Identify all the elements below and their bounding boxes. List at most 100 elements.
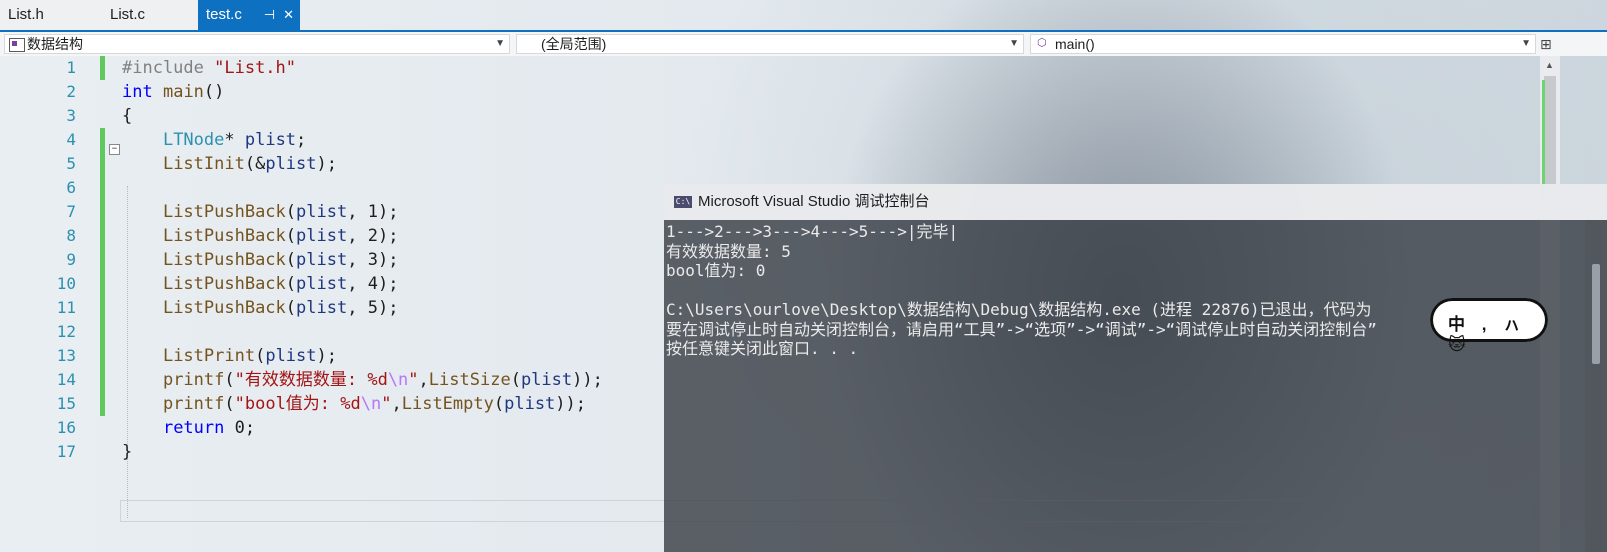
code-line[interactable]: return 0; [122, 416, 255, 440]
code-token: "有效数据数量: %d [234, 370, 388, 390]
line-number: 16 [56, 418, 76, 437]
line-number: 15 [56, 394, 76, 413]
code-line[interactable]: ListPushBack(plist, 5); [122, 296, 398, 320]
console-scrollbar-thumb[interactable] [1592, 264, 1600, 364]
code-token: ( [285, 250, 297, 270]
modified-line-marker [100, 344, 105, 368]
console-scrollbar[interactable] [1585, 220, 1607, 552]
code-line[interactable]: { [122, 104, 132, 128]
code-token: ); [316, 346, 337, 366]
navigation-bar: 数据结构 ▼ (全局范围) ▼ ⬡ main() ▼ ⊞ [0, 32, 1607, 56]
code-token: 3 [367, 250, 378, 270]
modified-line-marker [100, 320, 105, 344]
code-token: main [162, 82, 204, 102]
code-token: plist [296, 250, 348, 270]
code-token: ); [377, 250, 399, 270]
scope-dropdown-value: (全局范围) [541, 36, 607, 52]
code-line[interactable]: int main() [122, 80, 224, 104]
code-token: 4 [367, 274, 378, 294]
code-line[interactable]: printf("bool值为: %d\n",ListEmpty(plist)); [122, 392, 586, 416]
code-token: 0 [234, 418, 245, 438]
code-token: "bool值为: %d [234, 394, 361, 414]
tab-list-c[interactable]: List.c [102, 0, 198, 30]
tab-test-c[interactable]: test.c ⊣ ✕ [198, 0, 300, 30]
code-token: plist [296, 202, 348, 222]
console-line: 有效数据数量: 5 [666, 241, 791, 261]
member-dropdown[interactable]: ⬡ main() ▼ [1030, 34, 1536, 54]
code-token: )); [572, 370, 603, 390]
code-token: ListSize [428, 370, 511, 390]
chevron-down-icon: ▼ [1521, 38, 1531, 49]
code-token: ( [285, 274, 297, 294]
project-dropdown[interactable]: 数据结构 ▼ [4, 34, 510, 54]
scroll-up-icon[interactable]: ▲ [1545, 60, 1554, 70]
tab-label: List.c [110, 6, 146, 23]
input-method-badge[interactable]: 中 , ㇵ 🐱 [1430, 298, 1548, 354]
code-line[interactable]: ListPushBack(plist, 2); [122, 224, 398, 248]
split-editor-icon[interactable]: ⊞ [1540, 36, 1552, 53]
modified-line-marker [100, 272, 105, 296]
code-line[interactable]: #include "List.h" [122, 56, 296, 80]
fold-toggle-icon[interactable]: − [109, 144, 120, 155]
code-token: ); [316, 154, 337, 174]
code-line[interactable]: ListPrint(plist); [122, 344, 337, 368]
code-line[interactable]: } [122, 440, 132, 464]
console-line: 按任意键关闭此窗口. . . [666, 339, 859, 358]
code-token: ListEmpty [401, 394, 494, 414]
code-token: ListInit [162, 154, 245, 174]
code-token: printf [162, 394, 225, 414]
code-token: \n [387, 370, 409, 390]
tab-list-h[interactable]: List.h [0, 0, 102, 30]
console-titlebar[interactable]: C:\ Microsoft Visual Studio 调试控制台 [664, 184, 1607, 220]
code-line[interactable]: ListPushBack(plist, 1); [122, 200, 398, 224]
modified-line-marker [100, 128, 105, 152]
code-token: (& [244, 154, 266, 174]
code-token: LTNode [162, 130, 225, 150]
debug-console-window[interactable]: C:\ Microsoft Visual Studio 调试控制台 1--->2… [664, 184, 1607, 552]
code-token: plist [520, 370, 573, 390]
code-token: "List.h" [214, 58, 297, 78]
code-token: , [347, 202, 368, 222]
code-token: plist [244, 130, 297, 150]
code-token: " [381, 394, 392, 414]
console-line: 要在调试停止时自动关闭控制台，请启用“工具”->“选项”->“调试”->“调试停… [666, 319, 1377, 339]
code-line[interactable]: ListInit(&plist); [122, 152, 337, 176]
code-token: ListPushBack [162, 274, 286, 294]
code-token: plist [265, 346, 317, 366]
line-number: 14 [56, 370, 76, 389]
code-token: ( [285, 202, 297, 222]
code-token: plist [296, 298, 348, 318]
console-line: bool值为: 0 [666, 261, 766, 280]
modified-line-marker [100, 176, 105, 200]
console-title: Microsoft Visual Studio 调试控制台 [698, 193, 930, 210]
close-icon[interactable]: ✕ [283, 0, 294, 30]
scope-dropdown[interactable]: (全局范围) ▼ [516, 34, 1024, 54]
line-number: 2 [66, 82, 76, 101]
code-token: , [347, 298, 368, 318]
modified-line-marker [100, 368, 105, 392]
code-token: ( [285, 226, 297, 246]
code-line[interactable]: ListPushBack(plist, 3); [122, 248, 398, 272]
code-token: { [122, 106, 133, 126]
code-token: ( [493, 394, 505, 414]
line-number: 4 [66, 130, 76, 149]
member-cube-icon: ⬡ [1037, 37, 1047, 49]
code-token: () [203, 82, 225, 102]
pin-icon[interactable]: ⊣ [264, 0, 275, 30]
code-line[interactable]: printf("有效数据数量: %d\n",ListSize(plist)); [122, 368, 603, 392]
code-token: 1 [367, 202, 378, 222]
console-line: C:\Users\ourlove\Desktop\数据结构\Debug\数据结构… [666, 300, 1372, 319]
code-line[interactable]: ListPushBack(plist, 4); [122, 272, 398, 296]
code-line[interactable]: LTNode* plist; [122, 128, 306, 152]
scrollbar-thumb[interactable] [1544, 76, 1556, 196]
